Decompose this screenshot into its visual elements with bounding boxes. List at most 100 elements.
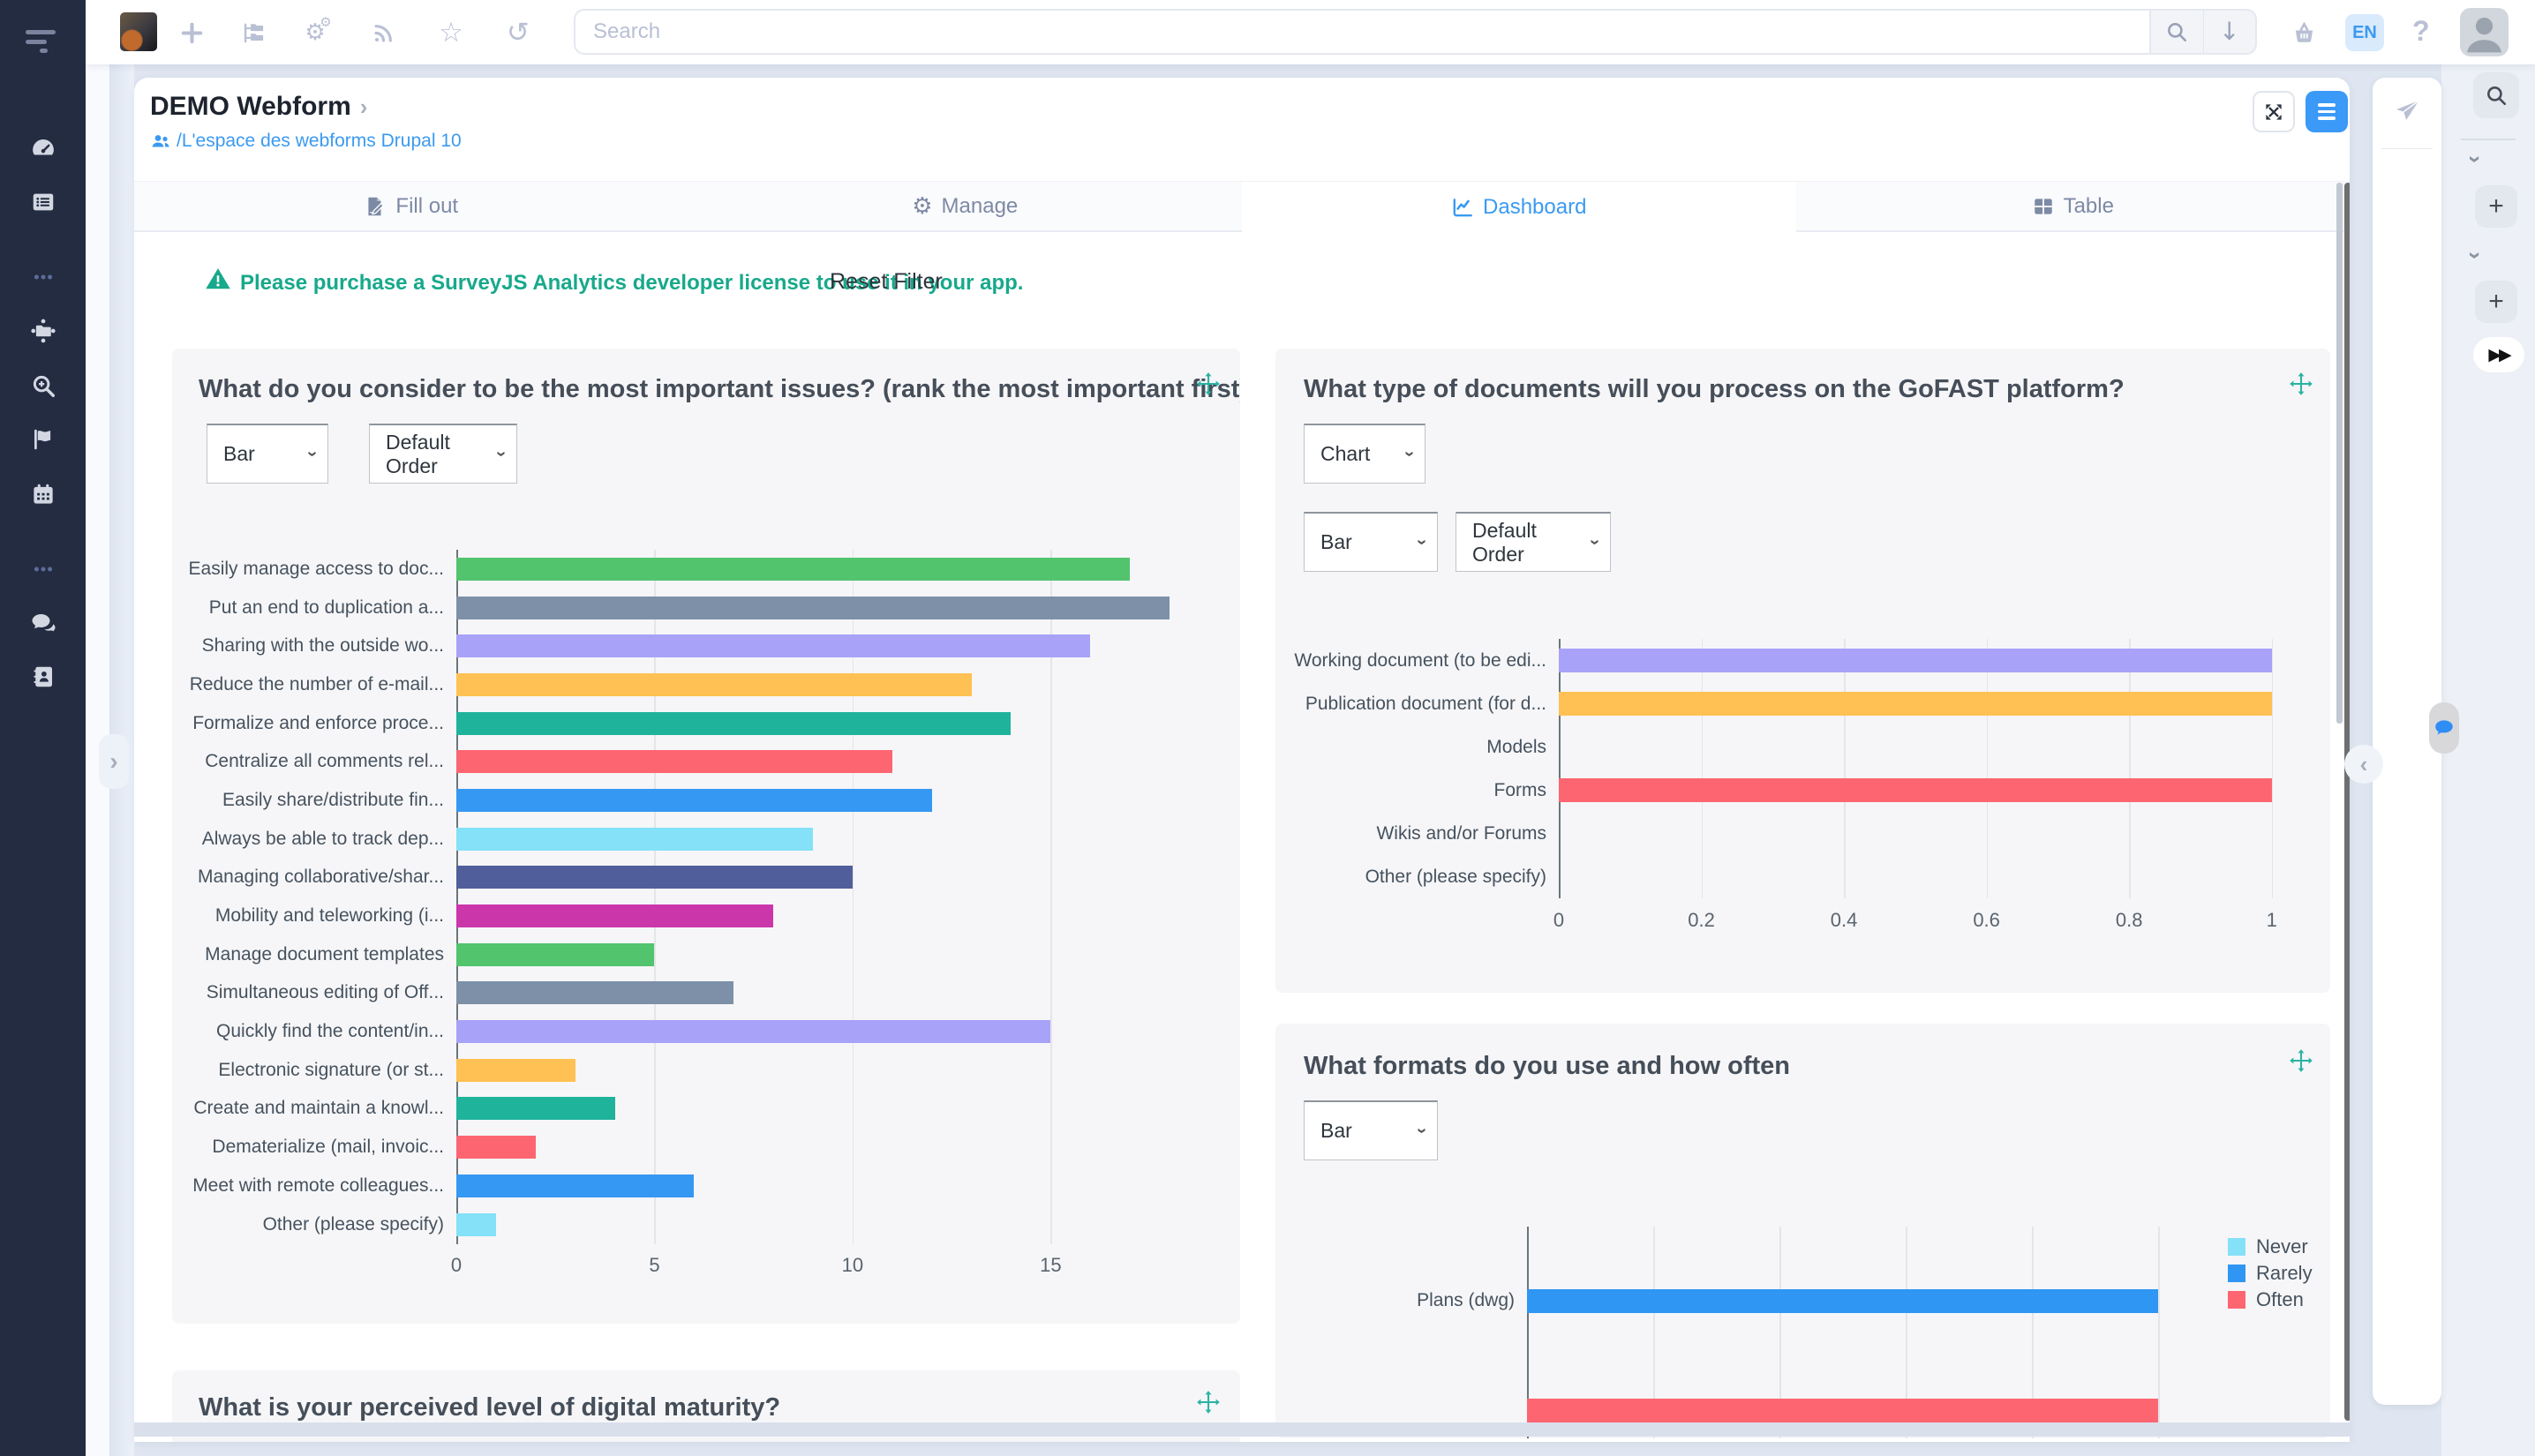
tab-table[interactable]: Table bbox=[1796, 182, 2351, 232]
sidebar-item-search[interactable] bbox=[0, 372, 86, 399]
reset-filter-button[interactable]: Reset Filter bbox=[830, 269, 943, 295]
rail-search-button[interactable] bbox=[2473, 72, 2519, 118]
bar bbox=[456, 1175, 694, 1197]
legend-label: Often bbox=[2256, 1288, 2304, 1311]
legend-item[interactable]: Often bbox=[2228, 1287, 2313, 1313]
settings-button[interactable]: ⚙⚙ bbox=[299, 17, 331, 49]
view-menu-button[interactable] bbox=[2306, 91, 2348, 132]
chevron-right-icon[interactable]: › bbox=[360, 94, 368, 121]
bar bbox=[456, 558, 1130, 581]
tick-label: 0.4 bbox=[1831, 909, 1858, 932]
chart-row: Easily share/distribute fin... bbox=[172, 781, 1240, 820]
arrow-down-icon: ↓ bbox=[2219, 19, 2239, 44]
chart-legend: NeverRarely Often bbox=[2228, 1234, 2313, 1313]
sidebar-item-dashboard[interactable] bbox=[0, 135, 86, 161]
users-icon bbox=[150, 131, 171, 152]
send-panel-button[interactable] bbox=[2373, 97, 2441, 125]
sidebar-item-flags[interactable] bbox=[0, 426, 86, 453]
tab-label: Dashboard bbox=[1483, 195, 1586, 220]
bar bbox=[456, 750, 892, 773]
history-button[interactable]: ↺ bbox=[502, 17, 534, 49]
favorites-button[interactable]: ☆ bbox=[435, 17, 467, 49]
chevron-down-icon: › bbox=[2463, 155, 2489, 163]
outer-scrollbar-thumb[interactable] bbox=[2336, 183, 2343, 724]
right-panel-collapse-handle[interactable]: ‹ bbox=[2344, 745, 2383, 784]
tab-fill-out[interactable]: Fill out bbox=[134, 182, 688, 232]
sort-order-select[interactable]: Default Order› bbox=[369, 424, 517, 484]
move-handle-icon[interactable] bbox=[1196, 372, 1221, 396]
sidebar-item-shared-space[interactable] bbox=[0, 318, 86, 344]
folder-tree-button[interactable] bbox=[237, 17, 268, 49]
tick-label: 5 bbox=[649, 1254, 659, 1277]
add-button[interactable] bbox=[176, 17, 207, 49]
help-button[interactable]: ? bbox=[2412, 15, 2430, 48]
feeds-button[interactable] bbox=[367, 17, 399, 49]
sidebar-item-calendar[interactable] bbox=[0, 481, 86, 507]
sidebar-more-bottom[interactable] bbox=[0, 558, 86, 581]
left-panel-expand-handle[interactable]: › bbox=[99, 734, 129, 789]
chart-type-select[interactable]: Bar› bbox=[1304, 1100, 1438, 1160]
language-badge[interactable]: EN bbox=[2345, 14, 2384, 51]
legend-item[interactable]: Never bbox=[2228, 1234, 2313, 1260]
tick-label: 0 bbox=[451, 1254, 462, 1277]
move-handle-icon[interactable] bbox=[2289, 1048, 2313, 1073]
bar bbox=[456, 1213, 496, 1236]
collapse-section-button[interactable]: › bbox=[2462, 251, 2489, 259]
search-submit-button[interactable] bbox=[2151, 11, 2203, 53]
collapse-section-button[interactable]: › bbox=[2462, 155, 2489, 163]
move-handle-icon[interactable] bbox=[2289, 372, 2313, 396]
tab-dashboard[interactable]: Dashboard bbox=[1242, 182, 1796, 232]
category-label: Easily manage access to doc... bbox=[172, 559, 456, 580]
chart-type-select[interactable]: Bar› bbox=[1304, 512, 1438, 572]
category-label: Simultaneous editing of Off... bbox=[172, 982, 456, 1003]
tab-manage[interactable]: ⚙ Manage bbox=[688, 182, 1243, 232]
gear-icon: ⚙ bbox=[912, 195, 932, 218]
fast-forward-button[interactable]: ▶▶ bbox=[2473, 337, 2524, 372]
workspace-avatar[interactable] bbox=[120, 12, 157, 51]
bar bbox=[456, 1059, 575, 1082]
sidebar-item-contacts[interactable] bbox=[0, 664, 86, 690]
legend-label: Rarely bbox=[2256, 1262, 2313, 1285]
chart-row: Forms bbox=[1275, 769, 2330, 812]
bar bbox=[456, 1020, 1050, 1043]
sidebar-more-top[interactable] bbox=[0, 266, 86, 289]
horizontal-scrollbar[interactable] bbox=[134, 1422, 2350, 1437]
move-handle-icon[interactable] bbox=[1196, 1390, 1221, 1415]
rail-add-button[interactable]: + bbox=[2475, 281, 2517, 323]
category-label: Other (please specify) bbox=[172, 1214, 456, 1235]
sidebar-item-list[interactable] bbox=[0, 189, 86, 215]
legend-item[interactable]: Rarely bbox=[2228, 1260, 2313, 1287]
chevron-down-icon: › bbox=[491, 451, 511, 457]
search-input[interactable] bbox=[574, 9, 2151, 55]
bar bbox=[456, 597, 1170, 619]
table-icon bbox=[2032, 195, 2055, 218]
chart-row: Put an end to duplication a... bbox=[172, 589, 1240, 627]
tick-label: 10 bbox=[842, 1254, 863, 1277]
chart-title: What formats do you use and how often bbox=[1304, 1052, 1790, 1081]
basket-button[interactable] bbox=[2288, 17, 2320, 49]
vertical-scrollbar-thumb[interactable] bbox=[2344, 183, 2350, 1421]
user-avatar[interactable] bbox=[2460, 8, 2509, 56]
bar bbox=[456, 789, 932, 812]
fast-forward-icon: ▶▶ bbox=[2488, 347, 2509, 364]
category-label: Quickly find the content/in... bbox=[172, 1021, 456, 1042]
rail-add-button[interactable]: + bbox=[2475, 185, 2517, 228]
category-label: Centralize all comments rel... bbox=[172, 751, 456, 772]
expand-button[interactable] bbox=[2253, 91, 2295, 132]
sort-order-select[interactable]: Default Order› bbox=[1456, 512, 1611, 572]
chart-panel-formats: What formats do you use and how often Ba… bbox=[1275, 1024, 2330, 1438]
topbar: ⚙⚙ ☆ ↺ ↓ EN ? bbox=[86, 0, 2535, 64]
dashboard-chart-icon bbox=[1451, 196, 1474, 219]
chart-type-select[interactable]: Bar› bbox=[207, 424, 328, 484]
sidebar bbox=[0, 0, 86, 1456]
visualizer-select[interactable]: Chart› bbox=[1304, 424, 1425, 484]
category-label: Sharing with the outside wo... bbox=[172, 635, 456, 657]
chart-row: Working document (to be edi... bbox=[1275, 639, 2330, 682]
sidebar-menu-toggle[interactable] bbox=[26, 30, 61, 53]
breadcrumb[interactable]: /L'espace des webforms Drupal 10 bbox=[150, 131, 462, 152]
chat-shortcut[interactable] bbox=[2429, 702, 2459, 754]
bar-chart: Plans (dwg) bbox=[1275, 1227, 2330, 1438]
bar bbox=[456, 1136, 536, 1159]
search-scope-button[interactable]: ↓ bbox=[2203, 11, 2256, 53]
sidebar-item-discussions[interactable] bbox=[0, 610, 86, 636]
